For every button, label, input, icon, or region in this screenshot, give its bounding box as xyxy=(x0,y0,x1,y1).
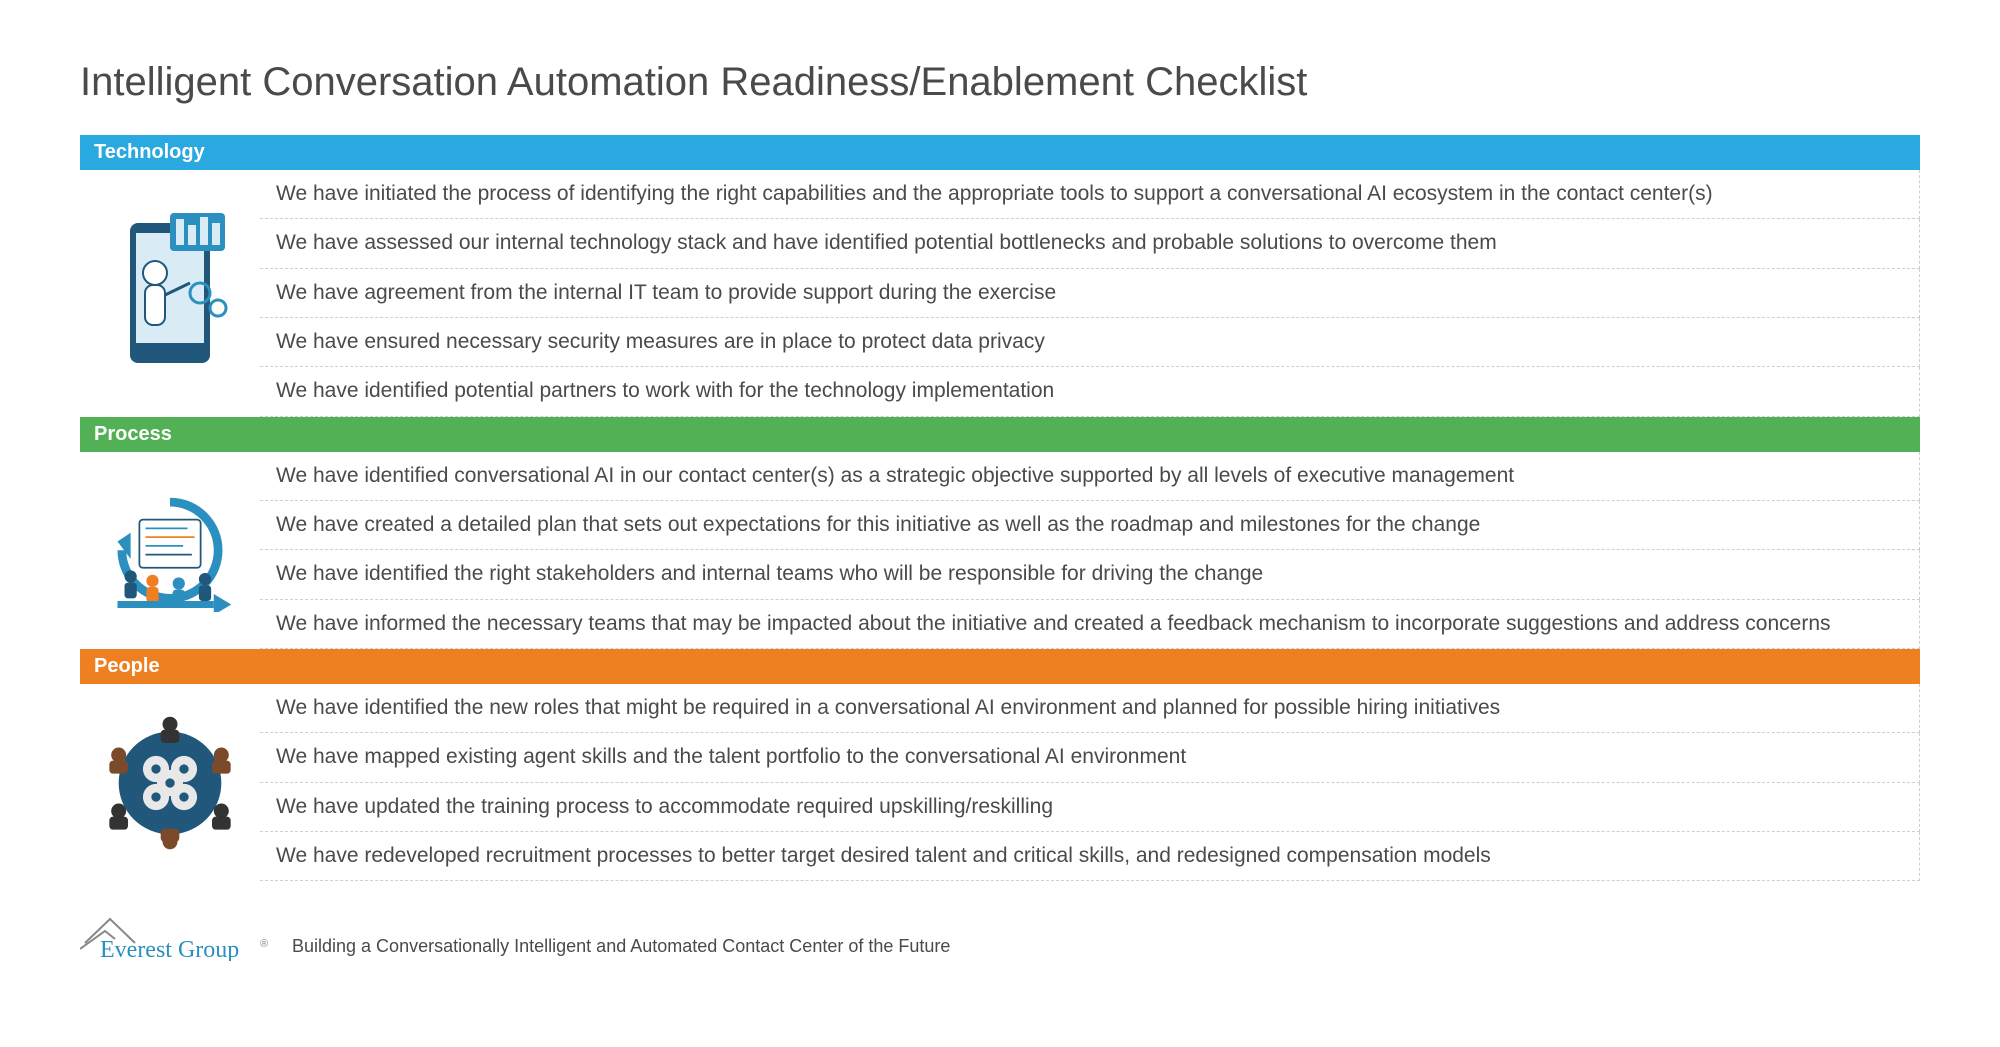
everest-group-logo: Everest Group ® xyxy=(80,911,280,961)
checklist-item: We have created a detailed plan that set… xyxy=(260,501,1920,550)
checklist-item: We have assessed our internal technology… xyxy=(260,219,1920,268)
section-technology: Technology We have initiate xyxy=(80,135,1920,417)
checklist-item: We have updated the training process to … xyxy=(260,783,1920,832)
footer-tagline: Building a Conversationally Intelligent … xyxy=(292,936,950,961)
checklist-item: We have redeveloped recruitment processe… xyxy=(260,832,1920,881)
section-people: People xyxy=(80,649,1920,881)
checklist-item: We have ensured necessary security measu… xyxy=(260,318,1920,367)
footer: Everest Group ® Building a Conversationa… xyxy=(80,911,1920,961)
checklist-item: We have identified the new roles that mi… xyxy=(260,684,1920,733)
section-header-technology: Technology xyxy=(80,135,1920,170)
process-icon xyxy=(80,452,260,649)
section-header-process: Process xyxy=(80,417,1920,452)
svg-text:®: ® xyxy=(260,938,268,950)
checklist-item: We have agreement from the internal IT t… xyxy=(260,269,1920,318)
checklist-item: We have identified the right stakeholder… xyxy=(260,550,1920,599)
section-header-people: People xyxy=(80,649,1920,684)
page-title: Intelligent Conversation Automation Read… xyxy=(80,60,1920,105)
people-icon xyxy=(80,684,260,881)
svg-text:Everest Group: Everest Group xyxy=(100,937,239,961)
checklist-item: We have identified potential partners to… xyxy=(260,367,1920,416)
section-process: Process W xyxy=(80,417,1920,649)
checklist-item: We have mapped existing agent skills and… xyxy=(260,733,1920,782)
checklist-item: We have identified conversational AI in … xyxy=(260,452,1920,501)
checklist-item: We have informed the necessary teams tha… xyxy=(260,600,1920,649)
checklist-item: We have initiated the process of identif… xyxy=(260,170,1920,219)
technology-icon xyxy=(80,170,260,417)
